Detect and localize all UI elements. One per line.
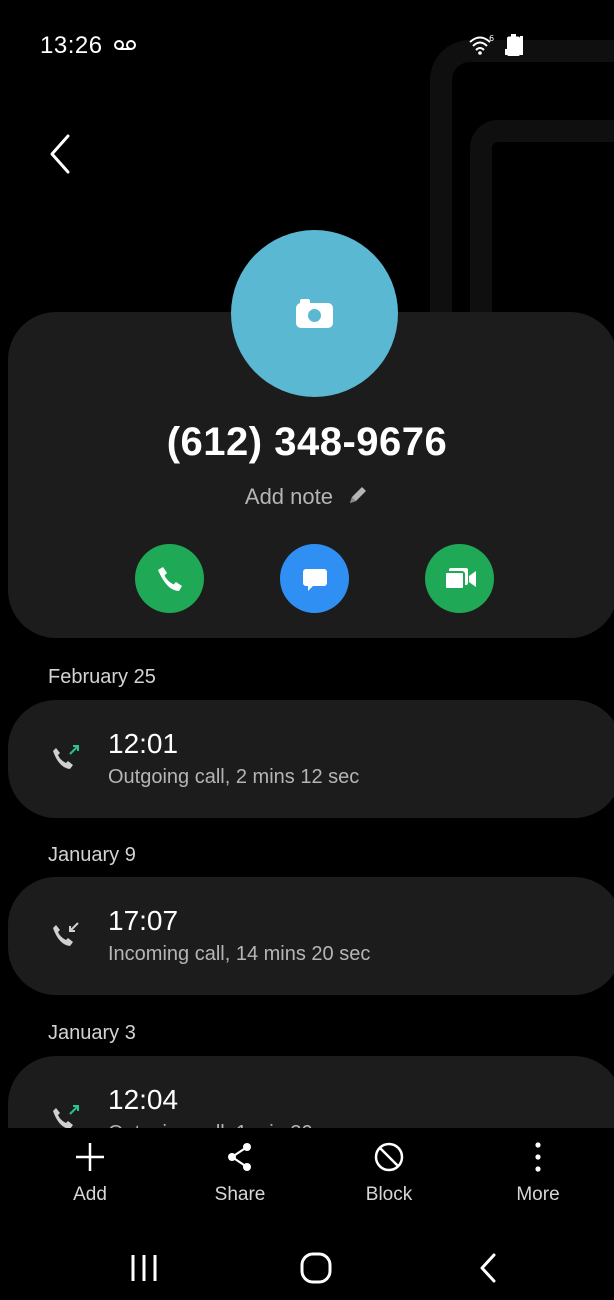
message-icon xyxy=(302,568,327,591)
share-icon xyxy=(228,1143,251,1171)
more-label: More xyxy=(516,1184,560,1205)
date-header: January 9 xyxy=(48,844,136,866)
block-icon xyxy=(374,1142,404,1172)
avatar[interactable] xyxy=(231,230,398,397)
block-label: Block xyxy=(365,1184,413,1205)
add-label: Add xyxy=(73,1184,107,1205)
video-icon xyxy=(443,567,476,590)
call-log-item[interactable]: 17:07 Incoming call, 14 mins 20 sec xyxy=(8,877,614,995)
more-vertical-icon xyxy=(535,1142,541,1172)
share-label: Share xyxy=(214,1184,266,1205)
call-button[interactable] xyxy=(135,544,204,613)
home-button[interactable] xyxy=(286,1248,346,1288)
wifi-6-icon: 6 xyxy=(469,34,494,55)
call-detail: Outgoing call, 2 mins 12 sec xyxy=(108,766,360,788)
recent-apps-icon xyxy=(131,1255,157,1281)
camera-icon xyxy=(296,299,333,328)
voicemail-icon xyxy=(114,40,136,50)
chevron-left-icon xyxy=(480,1253,496,1283)
call-log-item[interactable]: 12:01 Outgoing call, 2 mins 12 sec xyxy=(8,700,614,818)
call-time: 12:01 xyxy=(108,728,179,759)
more-button[interactable]: More xyxy=(483,1140,593,1206)
video-call-button[interactable] xyxy=(425,544,494,613)
system-nav-bar xyxy=(0,1234,614,1300)
battery-icon xyxy=(507,34,520,56)
call-detail: Incoming call, 14 mins 20 sec xyxy=(108,943,371,965)
phone-number: (612) 348-9676 xyxy=(166,420,448,464)
add-note-label: Add note xyxy=(244,484,333,509)
status-bar: 13:26 6 xyxy=(0,0,614,90)
pencil-icon xyxy=(350,487,367,503)
add-note-button[interactable]: Add note xyxy=(0,484,614,510)
home-icon xyxy=(300,1252,332,1284)
contact-call-log-screen: 13:26 6 (612) 348-9676 Add note February… xyxy=(0,0,614,1300)
call-time: 17:07 xyxy=(108,905,179,936)
share-button[interactable]: Share xyxy=(185,1140,295,1206)
bottom-toolbar: Add Share Block More xyxy=(0,1128,614,1228)
back-button[interactable] xyxy=(44,132,80,176)
status-time: 13:26 xyxy=(40,32,103,59)
date-header: February 25 xyxy=(48,666,156,688)
block-button[interactable]: Block xyxy=(334,1140,444,1206)
phone-icon xyxy=(157,566,182,591)
chevron-left-icon xyxy=(50,134,70,174)
add-button[interactable]: Add xyxy=(35,1140,145,1206)
system-back-button[interactable] xyxy=(458,1248,518,1288)
call-time: 12:04 xyxy=(108,1084,179,1115)
recent-apps-button[interactable] xyxy=(114,1248,174,1288)
outgoing-call-icon xyxy=(53,745,79,769)
date-header: January 3 xyxy=(48,1022,136,1044)
plus-icon xyxy=(76,1143,104,1171)
incoming-call-icon xyxy=(53,922,79,946)
message-button[interactable] xyxy=(280,544,349,613)
svg-text:6: 6 xyxy=(489,34,494,43)
